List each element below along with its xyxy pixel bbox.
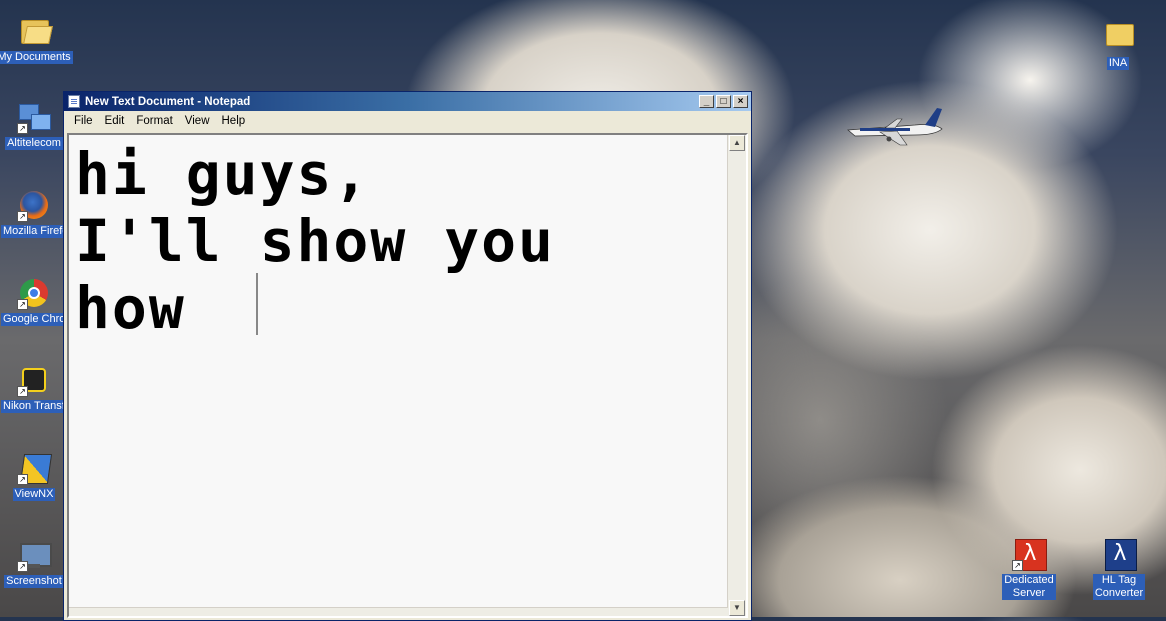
menubar: File Edit Format View Help — [64, 111, 751, 130]
menu-help[interactable]: Help — [216, 115, 252, 127]
folder-open-icon — [17, 14, 53, 48]
desktop-icon-label: HL Tag Converter — [1092, 574, 1146, 600]
chrome-icon: ↗ — [17, 276, 51, 310]
text-line: I'll show you — [75, 207, 555, 275]
desktop-icon-hl-tag-converter[interactable]: λ HL Tag Converter — [1077, 537, 1161, 601]
maximize-button[interactable]: □ — [716, 95, 731, 108]
firefox-icon: ↗ — [17, 188, 51, 222]
desktop-icon-label: Mozilla Firefox — [1, 225, 67, 238]
notepad-window[interactable]: New Text Document - Notepad _ □ × File E… — [63, 91, 752, 621]
scroll-up-button[interactable]: ▲ — [729, 135, 745, 151]
text-caret — [256, 273, 258, 335]
desktop-icon-label: Google Chrome — [1, 313, 67, 326]
network-icon: ↗ — [17, 100, 51, 134]
window-title: New Text Document - Notepad — [85, 95, 251, 108]
half-life-tag-converter-icon: λ — [1102, 537, 1137, 571]
horizontal-scrollbar[interactable] — [69, 607, 728, 616]
desktop-icon-label: Nikon Transfer — [1, 400, 67, 413]
desktop-icon-my-documents[interactable]: My Documents — [0, 14, 76, 69]
text-line: how — [75, 274, 223, 342]
text-line: hi guys, — [75, 140, 371, 208]
desktop-icon-label: Screenshot — [4, 575, 64, 588]
viewnx-icon: ↗ — [17, 451, 53, 485]
desktop-icon-label: Altitelecom — [5, 137, 63, 150]
menu-file[interactable]: File — [68, 115, 99, 127]
folder-icon — [1101, 16, 1135, 50]
nikon-transfer-icon: ↗ — [17, 363, 51, 397]
desktop-icon-dedicated-server[interactable]: λ ↗ Dedicated Server — [987, 537, 1071, 601]
scroll-down-button[interactable]: ▼ — [729, 600, 745, 616]
desktop-icon-label: ViewNX — [12, 488, 56, 501]
menu-format[interactable]: Format — [130, 115, 178, 127]
half-life-dedicated-server-icon: λ ↗ — [1012, 537, 1047, 571]
menu-edit[interactable]: Edit — [99, 115, 131, 127]
desktop-icon-label: My Documents — [0, 51, 73, 64]
vertical-scrollbar[interactable]: ▲ ▼ — [727, 135, 746, 616]
desktop-icon-label: INA — [1106, 57, 1130, 70]
desktop-icon-ina[interactable]: INA — [1076, 16, 1160, 71]
menu-view[interactable]: View — [179, 115, 216, 127]
editor-content[interactable]: hi guys, I'll show you how — [75, 141, 720, 342]
airplane-wallpaper-image — [847, 108, 943, 146]
text-editor[interactable]: hi guys, I'll show you how ▲ ▼ — [67, 133, 748, 618]
close-button[interactable]: × — [733, 95, 748, 108]
notepad-icon — [68, 95, 80, 108]
notepad-titlebar[interactable]: New Text Document - Notepad _ □ × — [64, 92, 751, 111]
desktop-icon-label: Dedicated Server — [1002, 574, 1056, 600]
minimize-button[interactable]: _ — [699, 95, 714, 108]
screenshot-icon: ↗ — [17, 538, 52, 572]
